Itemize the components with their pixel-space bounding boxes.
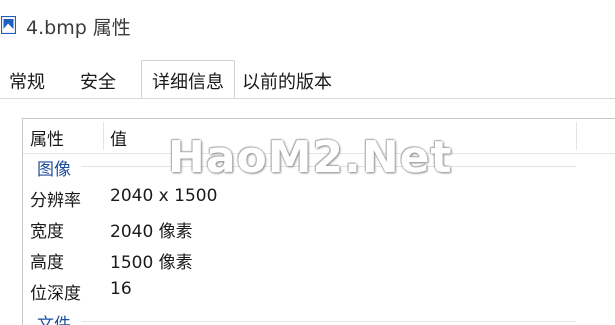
window-title: 4.bmp 属性 <box>26 17 131 39</box>
property-name: 位深度 <box>30 284 81 304</box>
group-divider <box>81 166 576 167</box>
title-bar[interactable]: 4.bmp 属性 <box>0 0 615 52</box>
property-value: 2040 x 1500 <box>110 186 218 206</box>
details-list[interactable]: 属性 值 图像 分辨率 2040 x 1500 宽度 2040 像素 高度 15… <box>22 118 615 325</box>
property-value: 16 <box>110 279 132 299</box>
group-header-image[interactable]: 图像 <box>23 153 615 180</box>
group-label: 图像 <box>37 160 71 180</box>
column-header-value[interactable]: 值 <box>110 125 127 150</box>
tab-security[interactable]: 安全 <box>80 68 116 94</box>
column-divider[interactable] <box>576 122 577 150</box>
tab-details[interactable]: 详细信息 <box>141 60 235 98</box>
property-name: 宽度 <box>30 222 64 242</box>
details-panel: 属性 值 图像 分辨率 2040 x 1500 宽度 2040 像素 高度 15… <box>0 99 615 325</box>
tab-previous-versions[interactable]: 以前的版本 <box>242 68 332 94</box>
property-name: 分辨率 <box>30 191 81 211</box>
property-name: 高度 <box>30 253 64 273</box>
group-header-file[interactable]: 文件 <box>23 308 615 325</box>
list-header: 属性 值 <box>23 119 615 154</box>
group-label: 文件 <box>37 315 71 325</box>
list-item[interactable]: 分辨率 2040 x 1500 <box>23 181 615 212</box>
property-value: 2040 像素 <box>110 222 193 242</box>
tab-general[interactable]: 常规 <box>9 68 45 94</box>
list-item[interactable]: 位深度 16 <box>23 274 615 305</box>
bitmap-file-icon <box>1 16 16 34</box>
list-item[interactable]: 高度 1500 像素 <box>23 243 615 274</box>
properties-dialog: 4.bmp 属性 常规 安全 详细信息 以前的版本 属性 值 图像 分辨率 20… <box>0 0 615 325</box>
group-divider <box>81 321 576 322</box>
column-header-property[interactable]: 属性 <box>30 125 64 150</box>
property-value: 1500 像素 <box>110 253 193 273</box>
tab-bar: 常规 安全 详细信息 以前的版本 <box>0 52 615 99</box>
column-divider[interactable] <box>103 122 104 150</box>
list-item[interactable]: 宽度 2040 像素 <box>23 212 615 243</box>
